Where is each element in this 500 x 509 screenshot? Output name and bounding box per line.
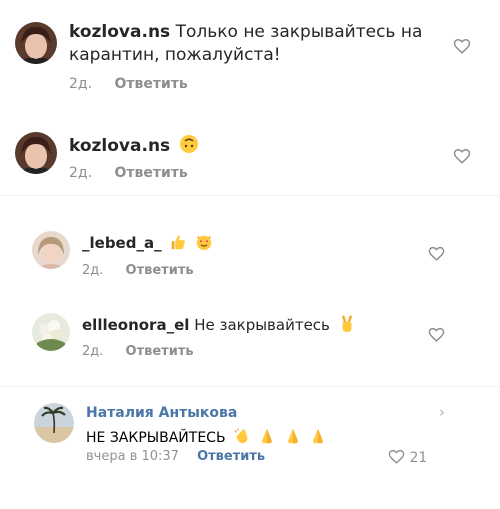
comment-username[interactable]: kozlova.ns bbox=[69, 22, 170, 42]
like-heart-icon bbox=[388, 448, 405, 469]
victory-hand-icon bbox=[338, 315, 356, 337]
folded-hands-icon bbox=[284, 427, 302, 449]
reply-button[interactable]: Ответить bbox=[126, 263, 194, 278]
comment-time: 2д. bbox=[82, 344, 104, 359]
like-counter[interactable]: 21 bbox=[388, 448, 427, 469]
comment-text: Только не закрывайтесь на bbox=[175, 22, 423, 42]
avatar[interactable] bbox=[15, 132, 57, 174]
reply-button[interactable]: Ответить bbox=[126, 344, 194, 359]
like-heart-icon[interactable] bbox=[428, 245, 446, 263]
comment-text: НЕ ЗАКРЫВАЙТЕСЬ bbox=[86, 430, 226, 446]
folded-hands-icon bbox=[258, 427, 276, 449]
reply-button[interactable]: Ответить bbox=[197, 449, 265, 464]
chevron-right-icon[interactable]: › bbox=[439, 403, 445, 421]
upside-down-face-icon bbox=[179, 134, 199, 159]
like-count: 21 bbox=[409, 450, 428, 466]
avatar[interactable] bbox=[34, 403, 74, 443]
comment-time: 2д. bbox=[82, 263, 104, 278]
instagram-comments-panel-2: _lebed_a_ 2д. Ответить ellleonora_el Не … bbox=[0, 195, 500, 387]
folded-hands-icon bbox=[309, 427, 327, 449]
avatar[interactable] bbox=[32, 313, 70, 351]
thumbs-up-icon bbox=[169, 233, 187, 255]
comment-time: 2д. bbox=[69, 165, 93, 181]
avatar[interactable] bbox=[32, 231, 70, 269]
reply-button[interactable]: Ответить bbox=[115, 165, 188, 181]
heart-eyes-cat-icon bbox=[195, 233, 213, 255]
reply-button[interactable]: Ответить bbox=[115, 76, 188, 92]
comment-text: Не закрывайтесь bbox=[194, 316, 330, 334]
avatar[interactable] bbox=[15, 22, 57, 64]
clapping-hands-icon bbox=[233, 427, 251, 449]
comment-text-line2: карантин, пожалуйста! bbox=[69, 45, 281, 65]
instagram-comments-panel-1: kozlova.ns Только не закрывайтесь на кар… bbox=[0, 0, 500, 195]
like-heart-icon[interactable] bbox=[428, 326, 446, 344]
comment-time: вчера в 10:37 bbox=[86, 449, 179, 464]
like-heart-icon[interactable] bbox=[453, 37, 471, 55]
vk-comment-panel: Наталия Антыкова НЕ ЗАКРЫВАЙТЕСЬ вчера в… bbox=[0, 386, 500, 509]
comment-username[interactable]: kozlova.ns bbox=[69, 136, 170, 156]
comment-username[interactable]: Наталия Антыкова bbox=[86, 405, 237, 421]
comment-time: 2д. bbox=[69, 76, 93, 92]
comment-username[interactable]: ellleonora_el bbox=[82, 316, 189, 334]
screenshot-collage: kozlova.ns Только не закрывайтесь на кар… bbox=[0, 0, 500, 509]
comment-username[interactable]: _lebed_a_ bbox=[82, 234, 162, 252]
like-heart-icon[interactable] bbox=[453, 147, 471, 165]
